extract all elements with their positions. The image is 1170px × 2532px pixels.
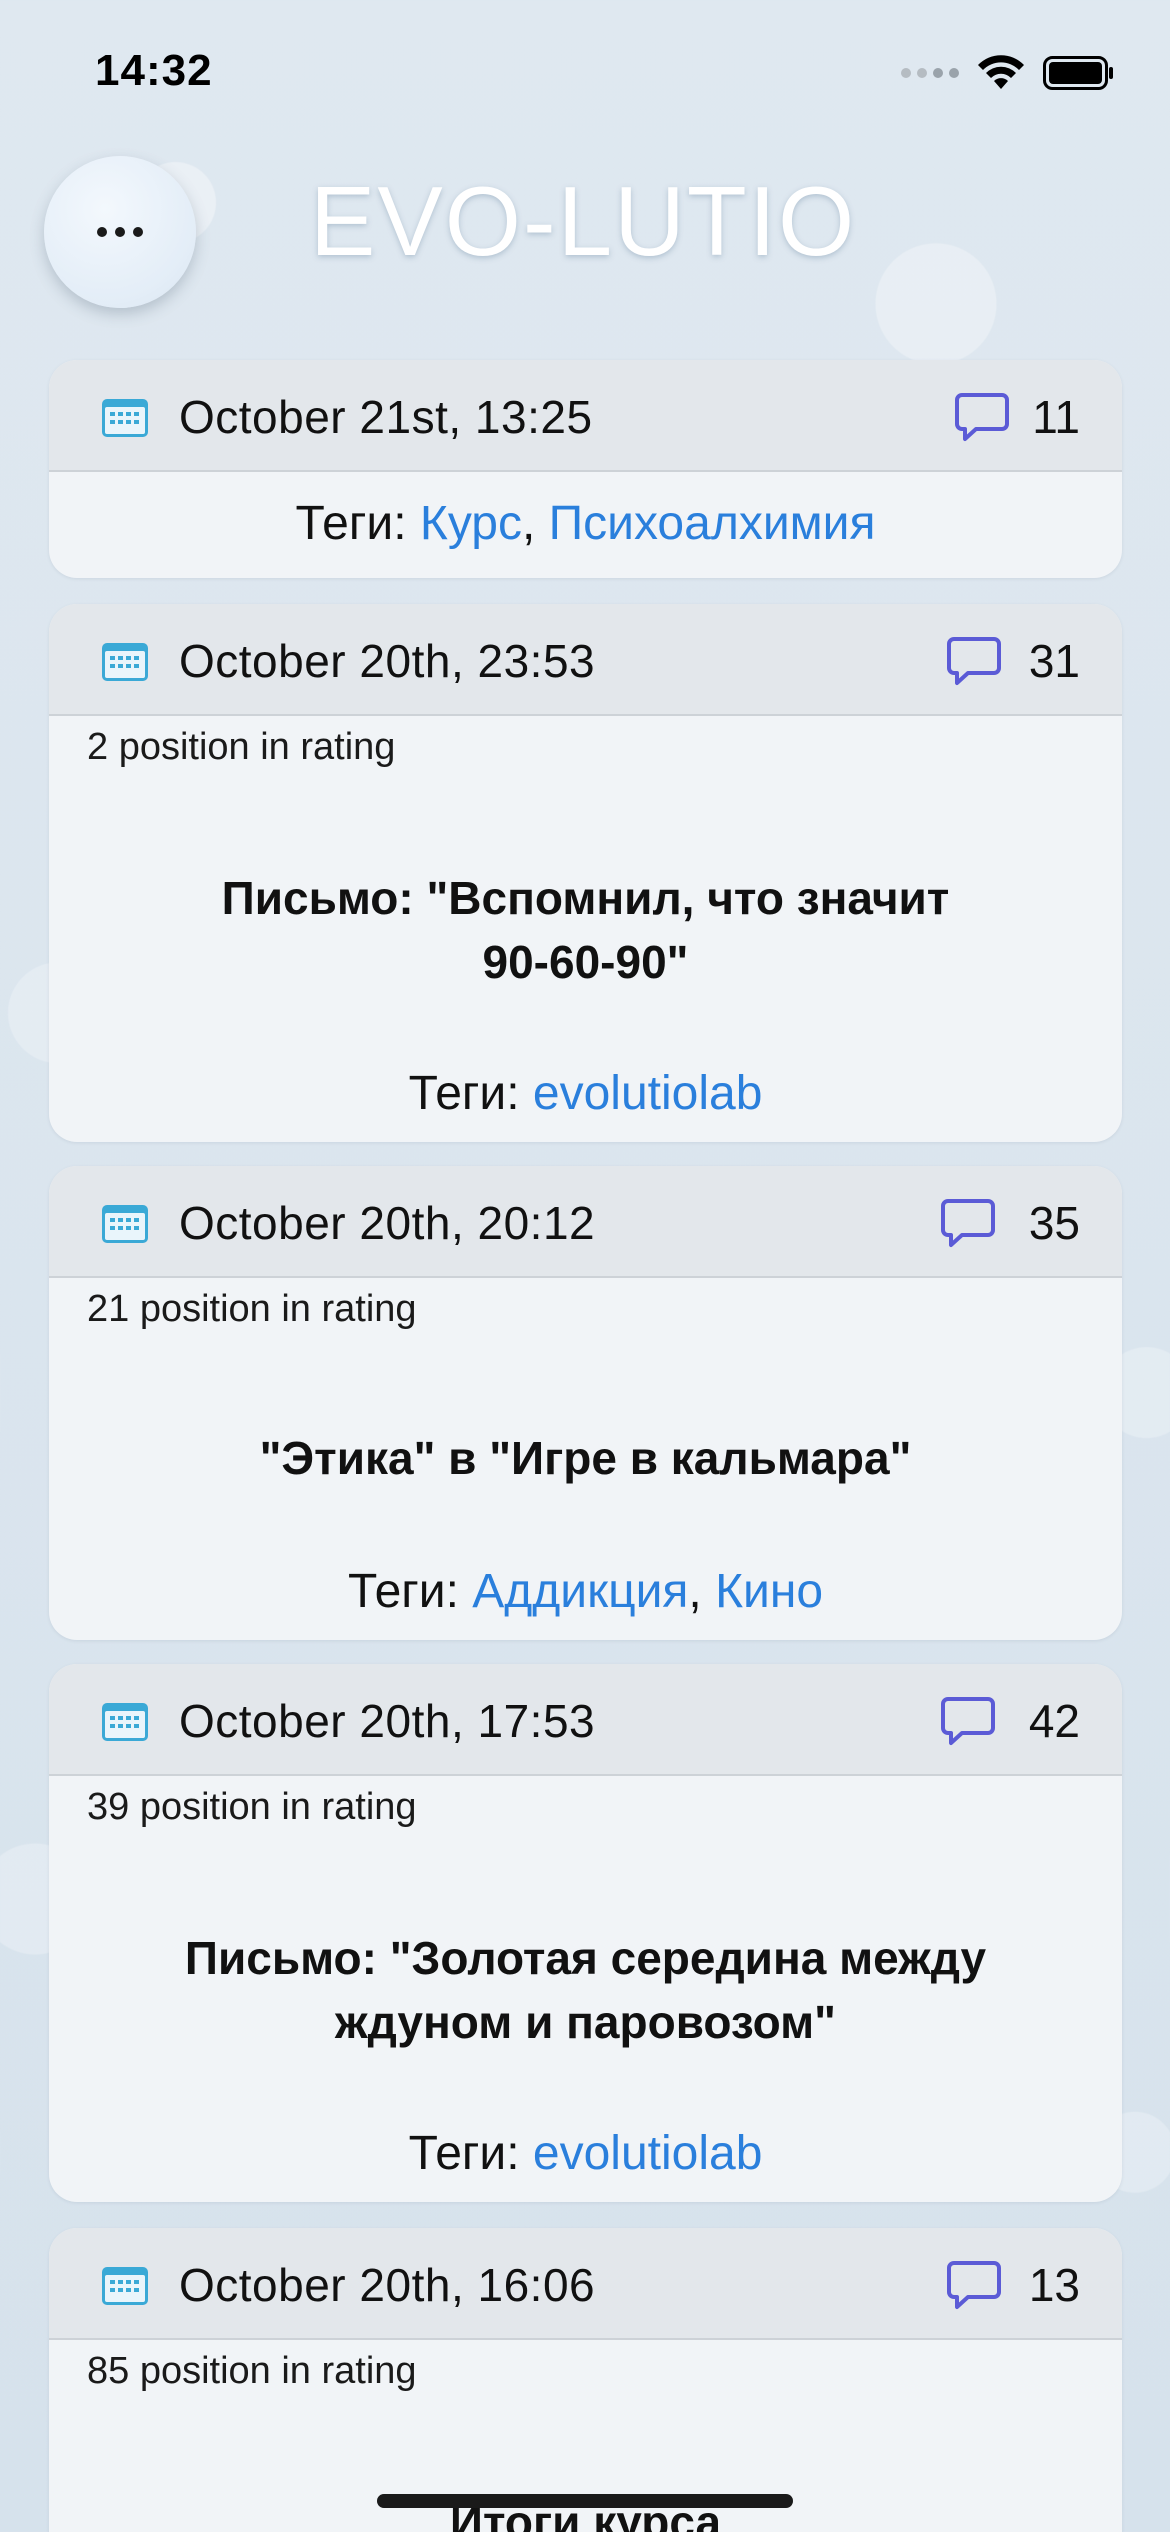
tag-link[interactable]: Аддикция <box>472 1565 688 1618</box>
post-tags: Теги: evolutiolab <box>49 2126 1122 2181</box>
tag-link[interactable]: Курс <box>420 497 522 550</box>
post-card[interactable]: October 20th, 23:53 31 2 position in rat… <box>49 604 1122 1142</box>
post-date: October 20th, 16:06 <box>179 2259 596 2311</box>
tags-label: Теги: <box>408 2127 533 2180</box>
tag-separator: , <box>521 497 549 550</box>
battery-icon <box>1043 56 1113 90</box>
tag-link[interactable]: evolutiolab <box>533 2127 763 2180</box>
calendar-icon <box>102 643 148 681</box>
post-date: October 20th, 17:53 <box>179 1695 596 1747</box>
app-title: EVO-LUTIO <box>310 166 857 276</box>
tags-label: Теги: <box>295 497 420 550</box>
post-card-header: October 20th, 23:53 31 <box>49 604 1122 716</box>
post-title[interactable]: "Этика" в "Игре в кальмара" <box>109 1426 1062 1490</box>
home-indicator[interactable] <box>377 2494 793 2508</box>
comment-count: 35 <box>1028 1197 1080 1249</box>
status-icons <box>901 55 1115 91</box>
rating-position: 39 position in rating <box>87 1786 417 1828</box>
tags-label: Теги: <box>408 1067 533 1120</box>
rating-position: 2 position in rating <box>87 726 396 768</box>
comment-count: 13 <box>1028 2259 1080 2311</box>
calendar-icon <box>102 2267 148 2305</box>
tag-link[interactable]: Кино <box>715 1565 823 1618</box>
post-card[interactable]: October 20th, 20:12 35 21 position in ra… <box>49 1166 1122 1640</box>
post-card[interactable]: October 20th, 16:06 13 85 position in ra… <box>49 2228 1122 2532</box>
calendar-icon <box>102 1205 148 1243</box>
tag-separator: , <box>688 1565 716 1618</box>
wifi-icon <box>978 55 1024 89</box>
post-date: October 20th, 23:53 <box>179 635 596 687</box>
ellipsis-icon <box>97 227 143 237</box>
menu-button[interactable] <box>44 156 196 308</box>
cellular-signal-icon <box>901 68 959 78</box>
comment-icon[interactable] <box>946 636 1002 686</box>
post-card-header: October 20th, 16:06 13 <box>49 2228 1122 2340</box>
post-card[interactable]: October 20th, 17:53 42 39 position in ra… <box>49 1664 1122 2202</box>
post-tags: Теги: evolutiolab <box>49 1066 1122 1121</box>
post-tags: Теги: Курс, Психоалхимия <box>49 496 1122 551</box>
post-date: October 21st, 13:25 <box>179 391 593 443</box>
post-date: October 20th, 20:12 <box>179 1197 596 1249</box>
post-card-header: October 20th, 20:12 35 <box>49 1166 1122 1278</box>
tag-link[interactable]: Психоалхимия <box>549 497 876 550</box>
rating-position: 85 position in rating <box>87 2350 417 2392</box>
tag-link[interactable]: evolutiolab <box>533 1067 763 1120</box>
post-card-header: October 21st, 13:25 11 <box>49 360 1122 472</box>
comment-icon[interactable] <box>940 1198 996 1248</box>
tags-label: Теги: <box>347 1565 473 1618</box>
comment-icon[interactable] <box>946 2260 1002 2310</box>
comment-icon[interactable] <box>954 392 1010 442</box>
status-bar: 14:32 <box>0 0 1170 150</box>
comment-count: 42 <box>1028 1695 1080 1747</box>
post-title[interactable]: Письмо: "Золотая середина между ждуном и… <box>129 1926 1042 2054</box>
post-card[interactable]: October 21st, 13:25 11 Теги: Курс, Психо… <box>49 360 1122 578</box>
rating-position: 21 position in rating <box>87 1288 417 1330</box>
status-time: 14:32 <box>95 46 213 95</box>
calendar-icon <box>102 399 148 437</box>
post-title[interactable]: Письмо: "Вспомнил, что значит 90-60-90" <box>189 866 982 994</box>
comment-count: 11 <box>1032 391 1080 443</box>
post-tags: Теги: Аддикция, Кино <box>49 1564 1122 1619</box>
comment-icon[interactable] <box>940 1696 996 1746</box>
calendar-icon <box>102 1703 148 1741</box>
comment-count: 31 <box>1028 635 1080 687</box>
post-card-header: October 20th, 17:53 42 <box>49 1664 1122 1776</box>
